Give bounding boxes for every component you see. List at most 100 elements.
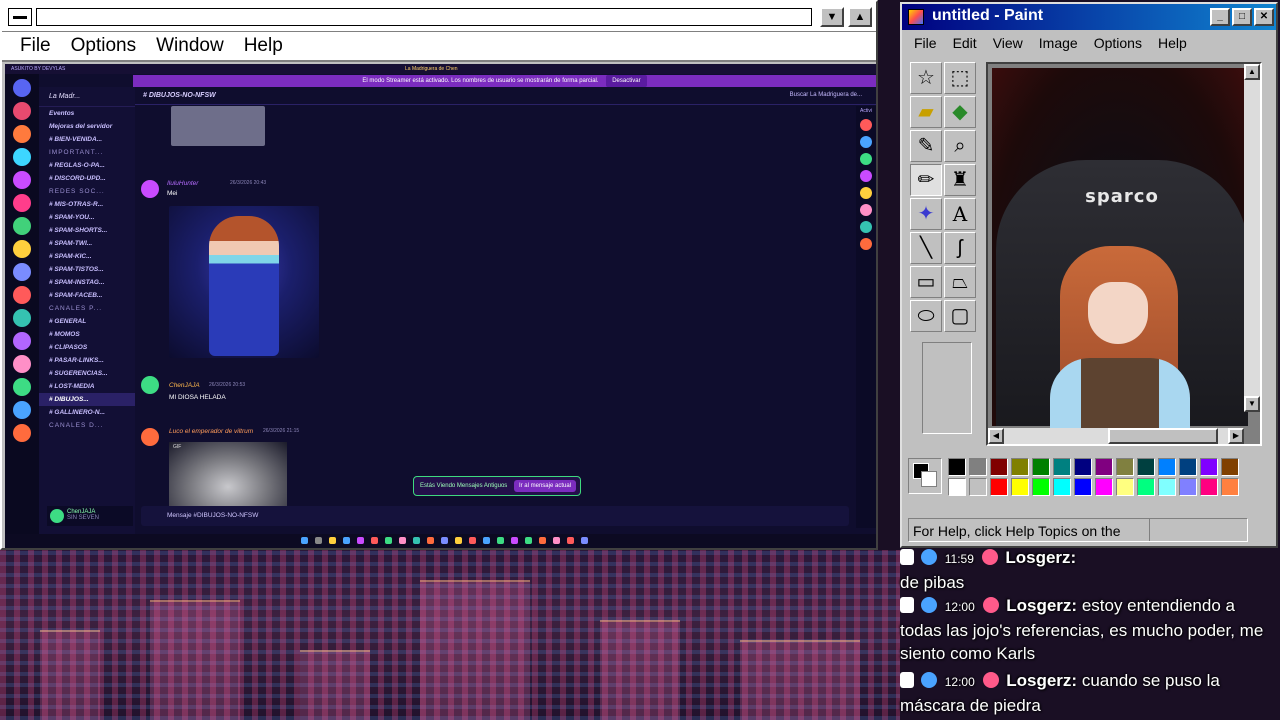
palette-swatch[interactable] <box>1158 478 1176 496</box>
channel-item[interactable]: # SPAM-YOU... <box>39 211 135 224</box>
jump-to-present-button[interactable]: Ir al mensaje actual <box>513 480 576 492</box>
tool-options[interactable] <box>922 342 972 434</box>
taskbar-icon[interactable] <box>413 537 420 544</box>
palette-swatch[interactable] <box>1074 458 1092 476</box>
menu-file[interactable]: File <box>10 35 61 57</box>
paint-app-icon[interactable] <box>908 9 924 25</box>
palette-swatch[interactable] <box>1158 458 1176 476</box>
taskbar-icon[interactable] <box>399 537 406 544</box>
taskbar-icon[interactable] <box>539 537 546 544</box>
taskbar-icon[interactable] <box>581 537 588 544</box>
channel-item[interactable]: # SPAM-TISTOS... <box>39 263 135 276</box>
taskbar-icon[interactable] <box>357 537 364 544</box>
taskbar-icon[interactable] <box>301 537 308 544</box>
palette-swatch[interactable] <box>1011 478 1029 496</box>
channel-item[interactable]: # MIS-OTRAS-R... <box>39 198 135 211</box>
channel-item[interactable]: # SPAM-TWI... <box>39 237 135 250</box>
member-avatar[interactable] <box>860 187 872 199</box>
channel-item[interactable]: # SPAM-FACEB... <box>39 289 135 302</box>
message-author[interactable]: ChenJAJA <box>169 382 200 389</box>
scroll-right-arrow[interactable]: ▶ <box>1228 428 1244 444</box>
eraser-icon[interactable]: ▰ <box>910 96 942 128</box>
palette-swatch[interactable] <box>990 478 1008 496</box>
member-avatar[interactable] <box>860 204 872 216</box>
palette-swatch[interactable] <box>1200 478 1218 496</box>
channel-item[interactable]: # BIEN-VENIDA... <box>39 133 135 146</box>
channel-item[interactable]: # SUGERENCIAS... <box>39 367 135 380</box>
menu-edit[interactable]: Edit <box>945 35 985 51</box>
menu-image[interactable]: Image <box>1031 35 1086 51</box>
taskbar-icon[interactable] <box>511 537 518 544</box>
server-icon[interactable] <box>13 194 31 212</box>
palette-swatch[interactable] <box>1116 478 1134 496</box>
magnifier-icon[interactable]: ⌕ <box>944 130 976 162</box>
menu-file[interactable]: File <box>906 35 945 51</box>
channel-category[interactable]: REDES SOC... <box>39 185 135 198</box>
taskbar-icon[interactable] <box>483 537 490 544</box>
server-icon[interactable] <box>13 401 31 419</box>
palette-swatch[interactable] <box>1095 478 1113 496</box>
message-author[interactable]: Luco el emperador de viltrum <box>169 428 253 435</box>
scroll-left-arrow[interactable]: ◀ <box>988 428 1004 444</box>
channel-item[interactable]: # SPAM-KIC... <box>39 250 135 263</box>
taskbar-icon[interactable] <box>315 537 322 544</box>
close-button[interactable]: ✕ <box>1254 8 1274 26</box>
palette-swatch[interactable] <box>1179 458 1197 476</box>
palette-swatch[interactable] <box>1137 478 1155 496</box>
menu-options[interactable]: Options <box>1086 35 1150 51</box>
server-icon[interactable] <box>13 79 31 97</box>
vertical-scrollbar[interactable]: ▲ ▼ <box>1244 64 1260 412</box>
rounded-rectangle-icon[interactable]: ▢ <box>944 300 976 332</box>
taskbar-icon[interactable] <box>371 537 378 544</box>
taskbar-icon[interactable] <box>525 537 532 544</box>
menu-options[interactable]: Options <box>61 35 146 57</box>
server-icon[interactable] <box>13 171 31 189</box>
taskbar-icon[interactable] <box>469 537 476 544</box>
minimize-button[interactable]: ▼ <box>820 7 844 27</box>
member-avatar[interactable] <box>860 238 872 250</box>
palette-swatch[interactable] <box>1074 478 1092 496</box>
taskbar-icon[interactable] <box>441 537 448 544</box>
palette-swatch[interactable] <box>1116 458 1134 476</box>
avatar[interactable] <box>141 376 159 394</box>
server-icon[interactable] <box>13 309 31 327</box>
scroll-up-arrow[interactable]: ▲ <box>1244 64 1260 80</box>
member-avatar[interactable] <box>860 119 872 131</box>
palette-swatch[interactable] <box>948 478 966 496</box>
palette-swatch[interactable] <box>1137 458 1155 476</box>
taskbar-icon[interactable] <box>427 537 434 544</box>
channel-item[interactable]: # SPAM-INSTAG... <box>39 276 135 289</box>
select-icon[interactable]: ⬚ <box>944 62 976 94</box>
scroll-thumb[interactable] <box>1108 428 1218 444</box>
attachment-image[interactable] <box>171 106 265 146</box>
canvas-area[interactable]: sparco ▲ ▼ ◀ ▶ <box>986 62 1262 446</box>
search-input[interactable]: Buscar La Madriguera de... <box>790 92 862 98</box>
channel-item[interactable]: Mejoras del servidor <box>39 120 135 133</box>
line-icon[interactable]: ╲ <box>910 232 942 264</box>
attachment-image[interactable] <box>169 206 319 358</box>
server-icon[interactable] <box>13 286 31 304</box>
channel-item[interactable]: # SPAM-SHORTS... <box>39 224 135 237</box>
server-icon[interactable] <box>13 102 31 120</box>
avatar[interactable] <box>141 428 159 446</box>
channel-item-selected[interactable]: # DIBUJOS... <box>39 393 135 406</box>
channel-item[interactable]: # CLIPASOS <box>39 341 135 354</box>
system-menu-button[interactable] <box>8 8 32 26</box>
server-icon[interactable] <box>13 148 31 166</box>
palette-swatch[interactable] <box>1053 458 1071 476</box>
horizontal-scrollbar[interactable]: ◀ ▶ <box>988 428 1244 444</box>
server-icon[interactable] <box>13 240 31 258</box>
channel-category[interactable]: IMPORTANT... <box>39 146 135 159</box>
member-avatar[interactable] <box>860 153 872 165</box>
palette-swatch[interactable] <box>1011 458 1029 476</box>
maximize-button[interactable]: □ <box>1232 8 1252 26</box>
pencil-icon[interactable]: ✏ <box>910 164 942 196</box>
color-picker-icon[interactable]: ✎ <box>910 130 942 162</box>
menu-help[interactable]: Help <box>1150 35 1195 51</box>
avatar[interactable] <box>141 180 159 198</box>
member-avatar[interactable] <box>860 170 872 182</box>
taskbar-icon[interactable] <box>455 537 462 544</box>
user-panel[interactable]: ChenJAJA SIN SEVEN <box>47 506 133 526</box>
palette-swatch[interactable] <box>969 458 987 476</box>
server-icon[interactable] <box>13 125 31 143</box>
